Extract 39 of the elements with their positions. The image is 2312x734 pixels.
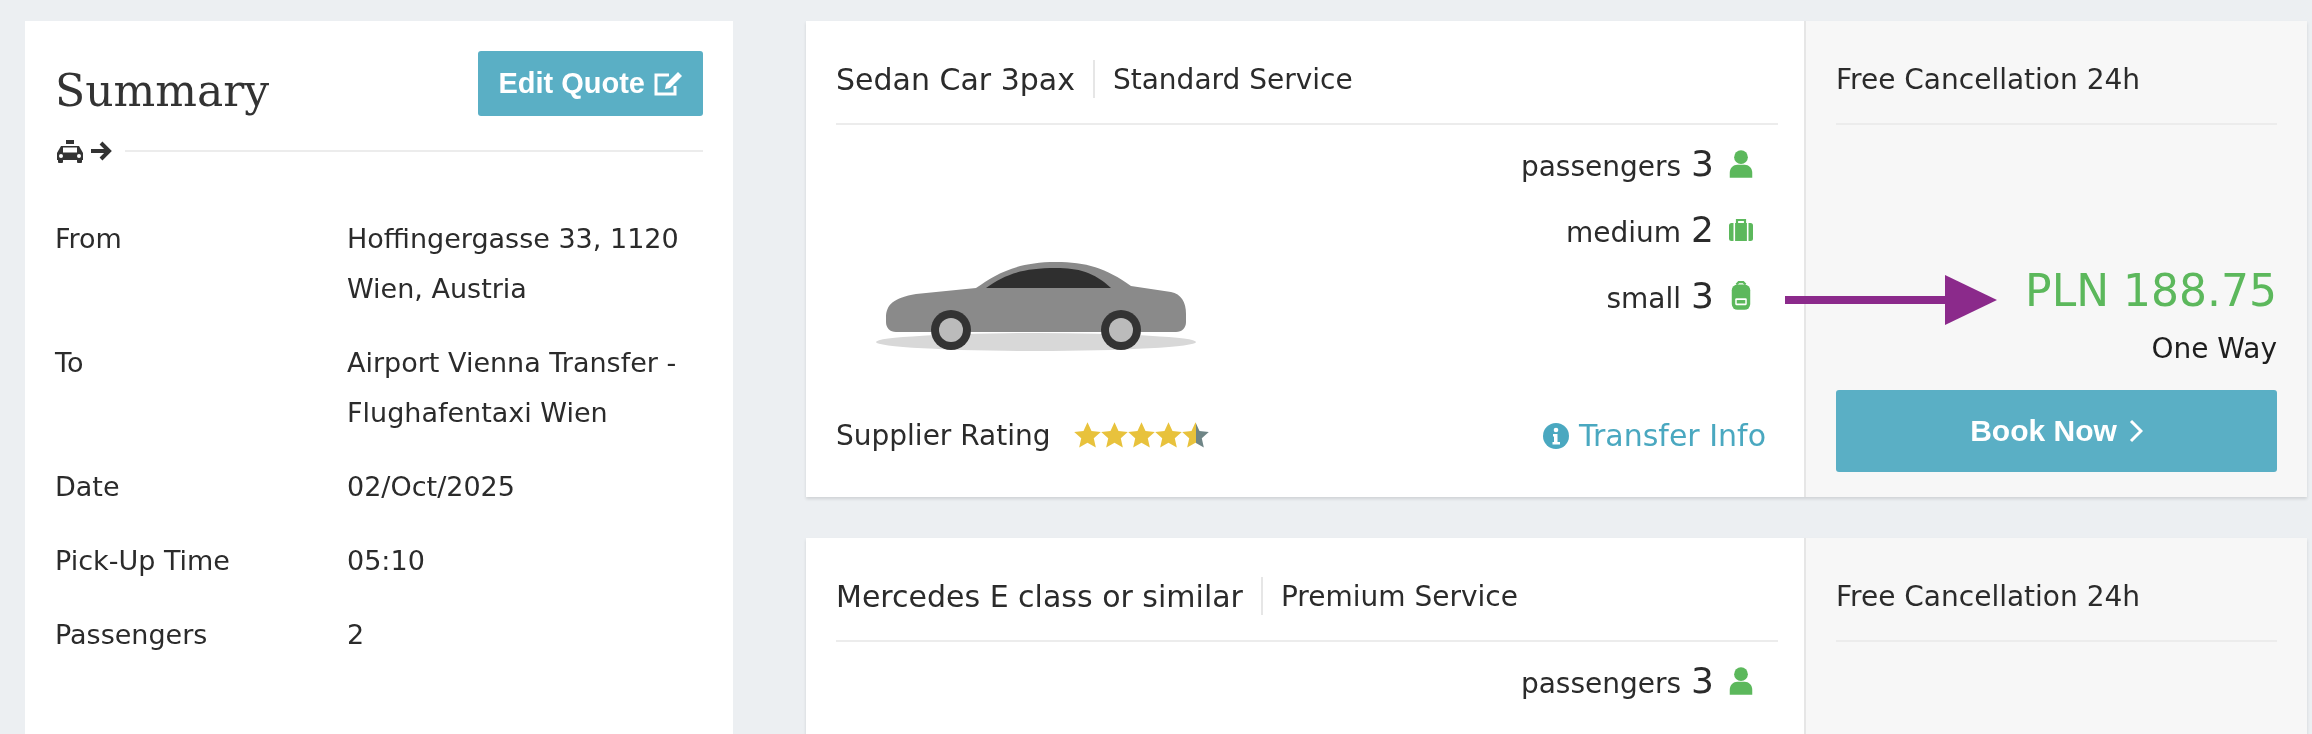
summary-label: From [55,222,123,256]
summary-value: 2 [347,618,366,652]
rating-label: Supplier Rating [836,419,1051,452]
vehicle-name: Sedan Car 3pax [836,61,1075,97]
star-icon [1072,421,1102,450]
info-icon [1543,422,1570,449]
trip-type: One Way [2150,332,2277,365]
service-level: Standard Service [1112,62,1353,96]
star-icon [1099,421,1129,450]
vehicle-name: Mercedes E class or similar [836,578,1243,614]
cancellation-policy: Free Cancellation 24h [1836,579,2141,613]
summary-label: Passengers [55,618,209,652]
capacity-label: passengers 3 [1520,143,1714,184]
summary-label: Pick-Up Time [55,544,231,578]
person-icon [1728,148,1754,179]
transfer-info-link[interactable]: Transfer Info [1543,418,1766,453]
edit-quote-button[interactable]: Edit Quote [478,51,703,116]
capacity-label: small 3 [1606,275,1714,316]
book-now-button[interactable]: Book Now [1836,390,2277,472]
arrow-right-icon [89,140,113,162]
service-level: Premium Service [1280,579,1518,613]
summary-value: 02/Oct/2025 [347,470,516,504]
summary-value: Airport Vienna Transfer - Flughafentaxi Wien [347,346,678,430]
person-icon [1728,665,1754,696]
star-icon [1153,421,1183,450]
price: PLN 188.75 [2025,265,2277,316]
summary-value: 05:10 [347,544,426,578]
cancellation-policy: Free Cancellation 24h [1836,62,2141,96]
chevron-right-icon [2128,419,2143,443]
capacity-label: medium 2 [1566,209,1714,250]
taxi-icon [55,138,85,164]
summary-title: Summary [55,65,270,116]
capacity-label: passengers 3 [1520,660,1714,701]
edit-icon [653,69,683,98]
star-icon [1126,421,1156,450]
star-icon [1180,421,1210,450]
summary-label: To [55,346,85,380]
summary-value: Hoffingergasse 33, 1120 Wien, Austria [347,222,680,306]
summary-label: Date [55,470,121,504]
